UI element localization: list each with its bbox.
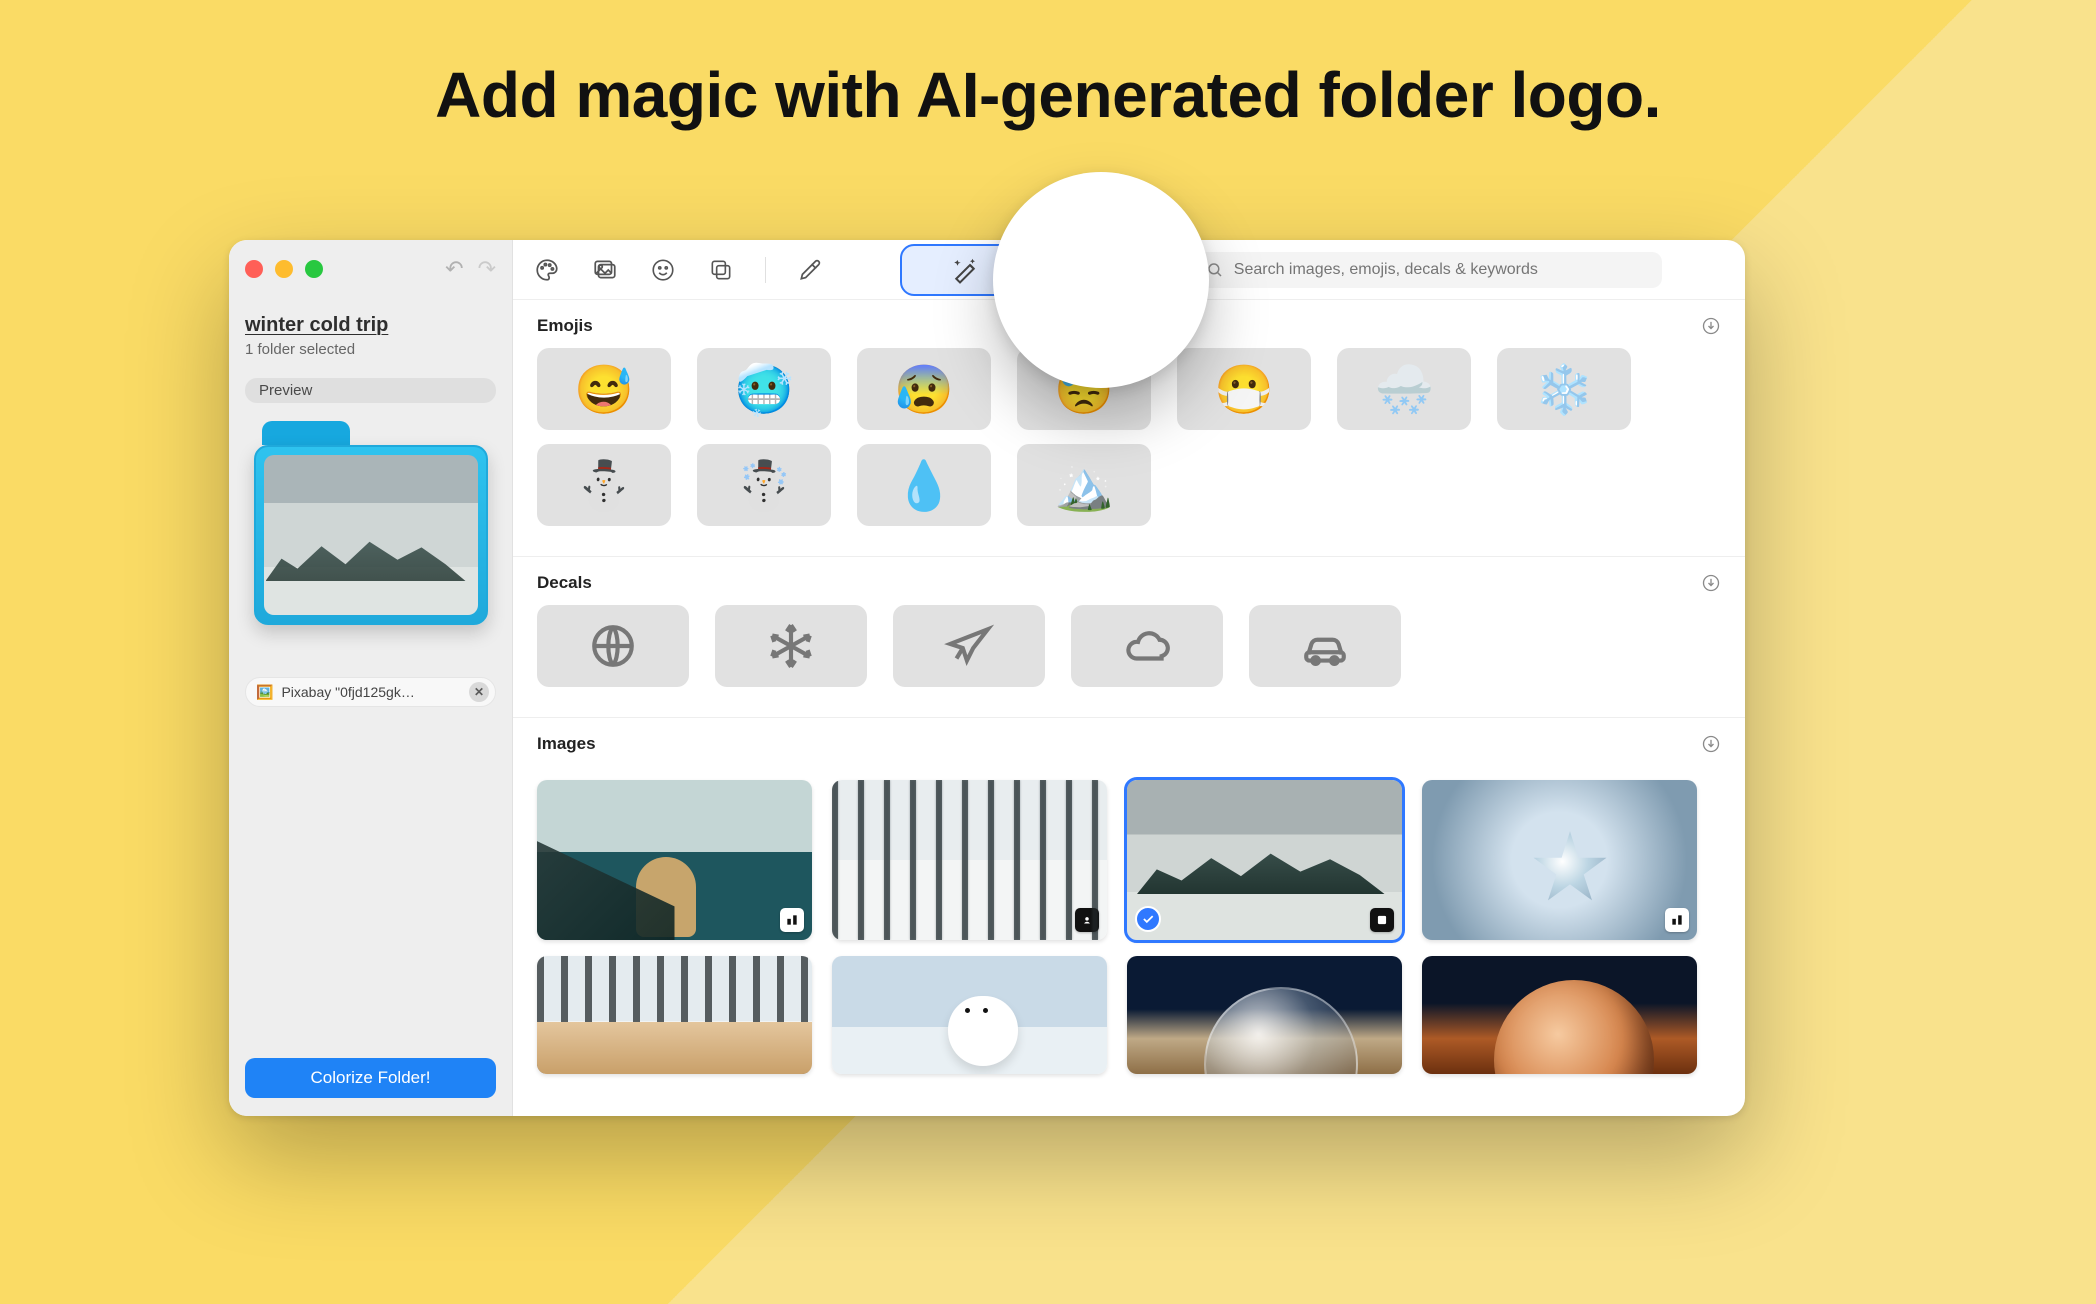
- close-window-button[interactable]: [245, 260, 263, 278]
- image-thumb[interactable]: [537, 956, 812, 1074]
- decal-snowflake[interactable]: [715, 605, 867, 687]
- toolbar: 💙💛: [513, 240, 1745, 300]
- preview-chip: Preview: [245, 378, 496, 403]
- maximize-window-button[interactable]: [305, 260, 323, 278]
- images-icon[interactable]: [591, 256, 619, 284]
- images-grid: [513, 766, 1745, 1074]
- emoji-tile[interactable]: ⛄: [537, 444, 671, 526]
- emoji-tile[interactable]: 😅: [537, 348, 671, 430]
- page-headline: Add magic with AI-generated folder logo.: [0, 58, 2096, 132]
- search-icon: [1206, 261, 1224, 279]
- emoji-tile[interactable]: 🌨️: [1337, 348, 1471, 430]
- emoji-icon[interactable]: [649, 256, 677, 284]
- decal-row: [537, 605, 1721, 687]
- image-thumb[interactable]: [1422, 956, 1697, 1074]
- selected-check-icon: [1135, 906, 1161, 932]
- source-badge-icon: [1665, 908, 1689, 932]
- window-controls: ↶ ↷: [245, 256, 496, 282]
- magic-ai-button[interactable]: [900, 244, 1030, 296]
- image-thumb[interactable]: [832, 780, 1107, 940]
- ukraine-heart-icon[interactable]: 💙💛: [1084, 255, 1144, 284]
- decal-car[interactable]: [1249, 605, 1401, 687]
- decals-section: Decals: [513, 557, 1745, 711]
- main-panel: 💙💛 Emojis 😅 🥶 😰 😓 😷 🌨️ ❄️: [513, 240, 1745, 1116]
- emoji-tile[interactable]: ❄️: [1497, 348, 1631, 430]
- image-thumb-selected[interactable]: [1127, 780, 1402, 940]
- minimize-window-button[interactable]: [275, 260, 293, 278]
- download-icon[interactable]: [1701, 573, 1721, 593]
- search-input[interactable]: [1234, 261, 1648, 279]
- sidebar: ↶ ↷ winter cold trip 1 folder selected P…: [229, 240, 513, 1116]
- decals-title: Decals: [537, 573, 592, 593]
- colorize-folder-button[interactable]: Colorize Folder!: [245, 1058, 496, 1098]
- emoji-row-1: 😅 🥶 😰 😓 😷 🌨️ ❄️: [537, 348, 1721, 430]
- emoji-tile[interactable]: 🏔️: [1017, 444, 1151, 526]
- image-file-icon: 🖼️: [256, 684, 273, 701]
- source-badge-icon: [1075, 908, 1099, 932]
- emoji-tile[interactable]: 💧: [857, 444, 991, 526]
- app-window: ↶ ↷ winter cold trip 1 folder selected P…: [229, 240, 1745, 1116]
- folder-name[interactable]: winter cold trip: [245, 314, 496, 337]
- images-title: Images: [537, 734, 596, 754]
- decal-cloud[interactable]: [1071, 605, 1223, 687]
- emojis-section: Emojis 😅 🥶 😰 😓 😷 🌨️ ❄️ ⛄ ☃️ 💧 🏔️: [513, 300, 1745, 550]
- emoji-tile[interactable]: 😰: [857, 348, 991, 430]
- image-thumb[interactable]: [1127, 956, 1402, 1074]
- emoji-row-2: ⛄ ☃️ 💧 🏔️: [537, 444, 1721, 526]
- emoji-tile[interactable]: 😷: [1177, 348, 1311, 430]
- applied-tag-pill[interactable]: 🖼️ Pixabay "0fjd125gk… ✕: [245, 677, 496, 707]
- emojis-title: Emojis: [537, 316, 593, 336]
- image-thumb[interactable]: [1422, 780, 1697, 940]
- undo-icon[interactable]: ↶: [445, 256, 463, 282]
- source-badge-icon: [780, 908, 804, 932]
- tag-label: Pixabay "0fjd125gk…: [281, 684, 414, 700]
- emoji-tile[interactable]: 😓: [1017, 348, 1151, 430]
- source-badge-icon: [1370, 908, 1394, 932]
- image-thumb[interactable]: [537, 780, 812, 940]
- eyedropper-icon[interactable]: [796, 256, 824, 284]
- download-icon[interactable]: [1701, 316, 1721, 336]
- emoji-tile[interactable]: ☃️: [697, 444, 831, 526]
- selection-info: 1 folder selected: [245, 341, 496, 358]
- palette-icon[interactable]: [533, 256, 561, 284]
- redo-icon[interactable]: ↷: [478, 256, 496, 282]
- toolbar-divider: [765, 257, 766, 283]
- image-thumb[interactable]: [832, 956, 1107, 1074]
- decal-globe[interactable]: [537, 605, 689, 687]
- images-section: Images: [513, 718, 1745, 766]
- download-icon[interactable]: [1701, 734, 1721, 754]
- emoji-tile[interactable]: 🥶: [697, 348, 831, 430]
- search-field[interactable]: [1192, 252, 1662, 288]
- decals-icon[interactable]: [707, 256, 735, 284]
- remove-tag-button[interactable]: ✕: [469, 682, 489, 702]
- decal-airplane[interactable]: [893, 605, 1045, 687]
- folder-preview: [254, 421, 488, 625]
